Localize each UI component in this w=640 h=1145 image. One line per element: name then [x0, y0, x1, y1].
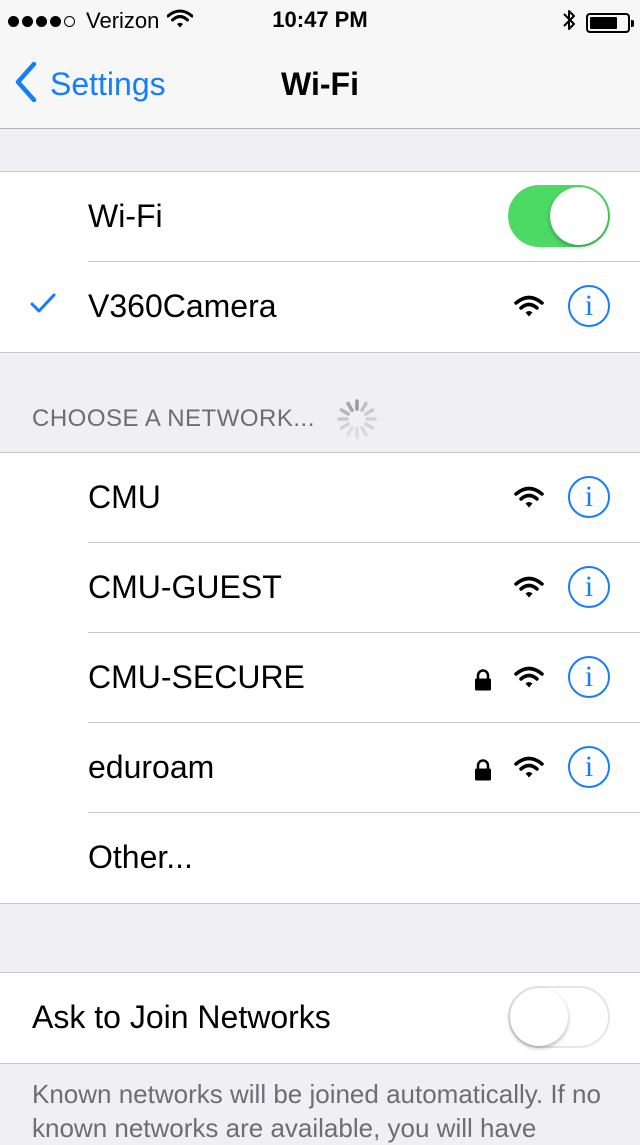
- wifi-signal-icon: [514, 486, 544, 515]
- ask-to-join-footer: Known networks will be joined automatica…: [32, 1079, 601, 1143]
- navigation-bar: Settings Wi-Fi: [0, 40, 640, 129]
- ask-to-join-label: Ask to Join Networks: [32, 999, 331, 1035]
- info-icon[interactable]: i: [568, 656, 610, 698]
- connected-network-row[interactable]: V360Camera i: [0, 262, 640, 352]
- info-icon[interactable]: i: [568, 566, 610, 608]
- wifi-group: Wi-Fi V360Camera i: [0, 171, 640, 353]
- connected-network-name: V360Camera: [88, 288, 277, 324]
- lock-icon: [474, 669, 492, 696]
- network-list: CMU i CMU-GUEST i CMU-SECURE i eduroam i…: [0, 452, 640, 904]
- lock-icon: [474, 759, 492, 786]
- activity-spinner-icon: [336, 398, 378, 445]
- network-name: CMU: [88, 479, 161, 515]
- network-row-cmu-secure[interactable]: CMU-SECURE i: [0, 633, 640, 723]
- network-row-eduroam[interactable]: eduroam i: [0, 723, 640, 813]
- other-network-row[interactable]: Other...: [0, 813, 640, 903]
- wifi-toggle-label: Wi-Fi: [88, 198, 163, 234]
- other-network-label: Other...: [88, 839, 193, 875]
- network-name: CMU-SECURE: [88, 659, 305, 695]
- status-bar: Verizon 10:47 PM: [0, 0, 640, 40]
- page-title: Wi-Fi: [281, 66, 359, 102]
- ask-to-join-row: Ask to Join Networks: [0, 973, 640, 1063]
- status-time: 10:47 PM: [272, 7, 368, 32]
- battery-icon: [586, 13, 634, 33]
- wifi-signal-icon: [514, 295, 544, 324]
- status-right: [562, 8, 634, 38]
- network-row-cmu-guest[interactable]: CMU-GUEST i: [0, 543, 640, 633]
- wifi-signal-icon: [514, 756, 544, 785]
- network-name: CMU-GUEST: [88, 569, 282, 605]
- bluetooth-icon: [562, 8, 576, 38]
- ask-to-join-group: Ask to Join Networks: [0, 972, 640, 1064]
- wifi-toggle[interactable]: [508, 185, 610, 247]
- info-icon[interactable]: i: [568, 476, 610, 518]
- info-icon[interactable]: i: [568, 746, 610, 788]
- choose-network-header: CHOOSE A NETWORK...: [32, 405, 315, 432]
- network-name: eduroam: [88, 749, 215, 785]
- wifi-toggle-row: Wi-Fi: [0, 172, 640, 262]
- info-icon[interactable]: i: [568, 285, 610, 327]
- checkmark-icon: [30, 292, 56, 319]
- wifi-signal-icon: [514, 666, 544, 695]
- ask-to-join-toggle[interactable]: [508, 986, 610, 1048]
- network-row-cmu[interactable]: CMU i: [0, 453, 640, 543]
- wifi-signal-icon: [514, 576, 544, 605]
